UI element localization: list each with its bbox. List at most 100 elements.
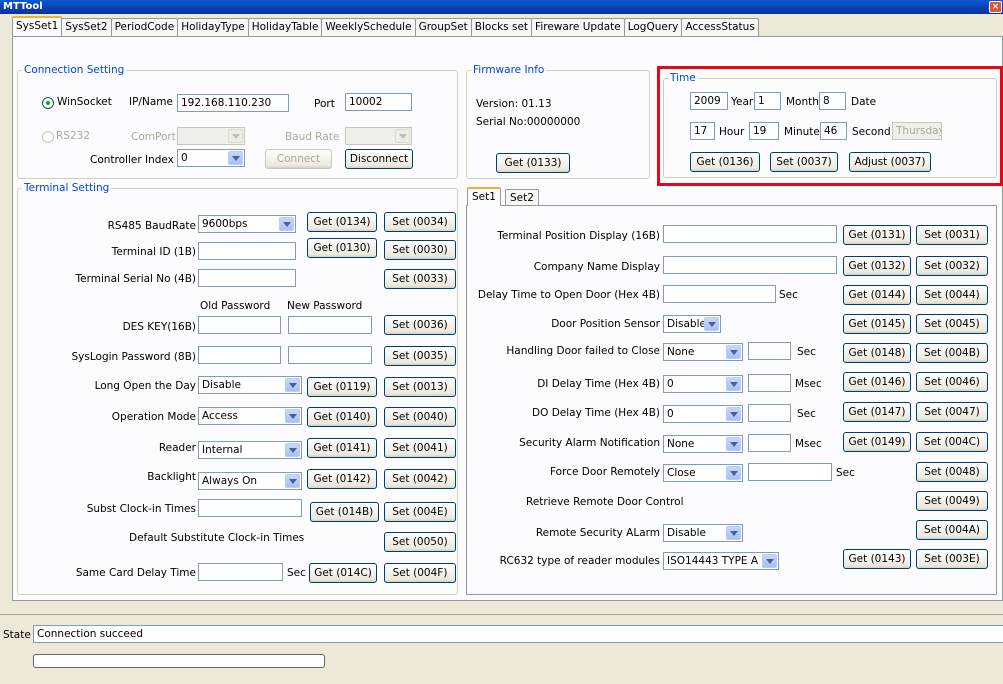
set-0041-button[interactable]: Set (0041) [384,438,456,458]
di-delay-input[interactable] [748,374,791,392]
tab-sysset1[interactable]: SysSet1 [12,16,63,36]
set-0030-button[interactable]: Set (0030) [384,240,456,260]
get-0131-button[interactable]: Get (0131) [843,225,911,245]
ip-input[interactable]: 192.168.110.230 [177,94,289,112]
set-004c-button[interactable]: Set (004C) [916,432,988,452]
set-0031-button[interactable]: Set (0031) [916,225,988,245]
close-icon[interactable]: × [989,1,1002,13]
controller-index-value: 0 [181,152,188,164]
comport-select[interactable] [177,127,245,145]
rs485-baudrate-select[interactable]: 9600bps [198,215,296,233]
security-alarm-select[interactable]: None [663,435,743,453]
set-0032-button[interactable]: Set (0032) [916,256,988,276]
get-0134-button[interactable]: Get (0134) [307,212,377,232]
set-0035-button[interactable]: Set (0035) [384,346,456,366]
get-0130-button[interactable]: Get (0130) [307,238,377,258]
set-0045-button[interactable]: Set (0045) [916,314,988,334]
long-open-select[interactable]: Disable [198,376,302,394]
remote-security-alarm-select[interactable]: Disable [663,524,743,542]
tab-accessstatus[interactable]: AccessStatus [681,18,759,36]
tab-groupset[interactable]: GroupSet [414,18,472,36]
get-0149-button[interactable]: Get (0149) [843,432,911,452]
get-0142-button[interactable]: Get (0142) [307,469,377,489]
set-0044-button[interactable]: Set (0044) [916,285,988,305]
tab-holidaytype[interactable]: HolidayType [177,18,249,36]
set-0013-button[interactable]: Set (0013) [384,377,456,397]
tab-fireware-update[interactable]: Fireware Update [531,18,625,36]
set-0046-button[interactable]: Set (0046) [916,372,988,392]
door-position-sensor-select[interactable]: Disable [663,315,721,333]
set-0049-button[interactable]: Set (0049) [916,491,988,511]
chevron-down-icon [762,554,777,568]
set-0048-button[interactable]: Set (0048) [916,462,988,482]
set-004a-button[interactable]: Set (004A) [916,520,988,540]
syslogin-old-input[interactable] [198,346,281,364]
operation-mode-select[interactable]: Access [198,407,302,425]
get-014b-button[interactable]: Get (014B) [310,502,379,522]
get-0141-button[interactable]: Get (0141) [307,438,377,458]
tab-periodcode[interactable]: PeriodCode [110,18,179,36]
tab-set1[interactable]: Set1 [467,187,501,206]
tab-set2[interactable]: Set2 [505,189,539,206]
security-alarm-input[interactable] [748,434,791,452]
set-0047-button[interactable]: Set (0047) [916,402,988,422]
tab-holidaytable[interactable]: HolidayTable [247,18,323,36]
do-delay-input[interactable] [748,404,791,422]
set-0040-button[interactable]: Set (0040) [384,407,456,427]
get-0140-button[interactable]: Get (0140) [307,407,377,427]
get-0133-button[interactable]: Get (0133) [496,153,570,173]
get-0147-button[interactable]: Get (0147) [843,402,911,422]
get-0145-button[interactable]: Get (0145) [843,314,911,334]
set-003e-button[interactable]: Set (003E) [916,549,988,569]
terminal-id-input[interactable] [198,242,296,260]
set-0033-button[interactable]: Set (0033) [384,269,456,289]
backlight-select[interactable]: Always On [198,472,302,490]
get-0143-button[interactable]: Get (0143) [843,549,911,569]
di-delay-select[interactable]: 0 [663,375,743,393]
terminal-position-input[interactable] [663,225,837,243]
winsocket-radio[interactable] [42,97,54,109]
force-door-input[interactable] [748,463,832,481]
set-0036-button[interactable]: Set (0036) [384,315,456,335]
set-004b-button[interactable]: Set (004B) [916,343,988,363]
get-0144-button[interactable]: Get (0144) [843,285,911,305]
same-card-delay-input[interactable] [198,563,283,581]
rs232-radio[interactable] [42,131,54,143]
baud-rate-select[interactable] [345,127,412,145]
set-0034-button[interactable]: Set (0034) [384,212,456,232]
tab-blocks-set[interactable]: Blocks set [470,18,533,36]
baud-rate-label: Baud Rate [285,131,340,143]
delay-open-door-input[interactable] [663,285,776,303]
subst-clock-input[interactable] [198,499,302,517]
connect-button[interactable]: Connect [265,149,332,169]
tab-logquery[interactable]: LogQuery [623,18,683,36]
do-delay-select[interactable]: 0 [663,405,743,423]
get-0148-button[interactable]: Get (0148) [843,343,911,363]
handling-door-select[interactable]: None [663,343,743,361]
set-004f-button[interactable]: Set (004F) [384,563,456,583]
same-card-delay-label: Same Card Delay Time [75,567,196,579]
backlight-value: Always On [202,475,258,487]
terminal-serial-input[interactable] [198,269,296,287]
get-0132-button[interactable]: Get (0132) [843,256,911,276]
get-0146-button[interactable]: Get (0146) [843,372,911,392]
set-004e-button[interactable]: Set (004E) [384,502,456,522]
rc632-select[interactable]: ISO14443 TYPE A [663,552,779,570]
set-0042-button[interactable]: Set (0042) [384,469,456,489]
handling-door-input[interactable] [748,342,791,360]
get-014c-button[interactable]: Get (014C) [309,563,377,583]
des-new-input[interactable] [288,316,372,334]
port-input[interactable]: 10002 [345,93,412,111]
des-old-input[interactable] [198,316,281,334]
get-0119-button[interactable]: Get (0119) [307,377,377,397]
tab-sysset2[interactable]: SysSet2 [61,18,112,36]
company-name-input[interactable] [663,256,837,274]
force-door-select[interactable]: Close [663,464,743,482]
window-title: MTTool [3,1,43,12]
controller-index-select[interactable]: 0 [177,149,245,167]
set-0050-button[interactable]: Set (0050) [384,532,456,552]
reader-select[interactable]: Internal [198,441,302,459]
disconnect-button[interactable]: Disconnect [345,149,413,169]
syslogin-new-input[interactable] [288,346,372,364]
tab-weeklyschedule[interactable]: WeeklySchedule [321,18,416,36]
